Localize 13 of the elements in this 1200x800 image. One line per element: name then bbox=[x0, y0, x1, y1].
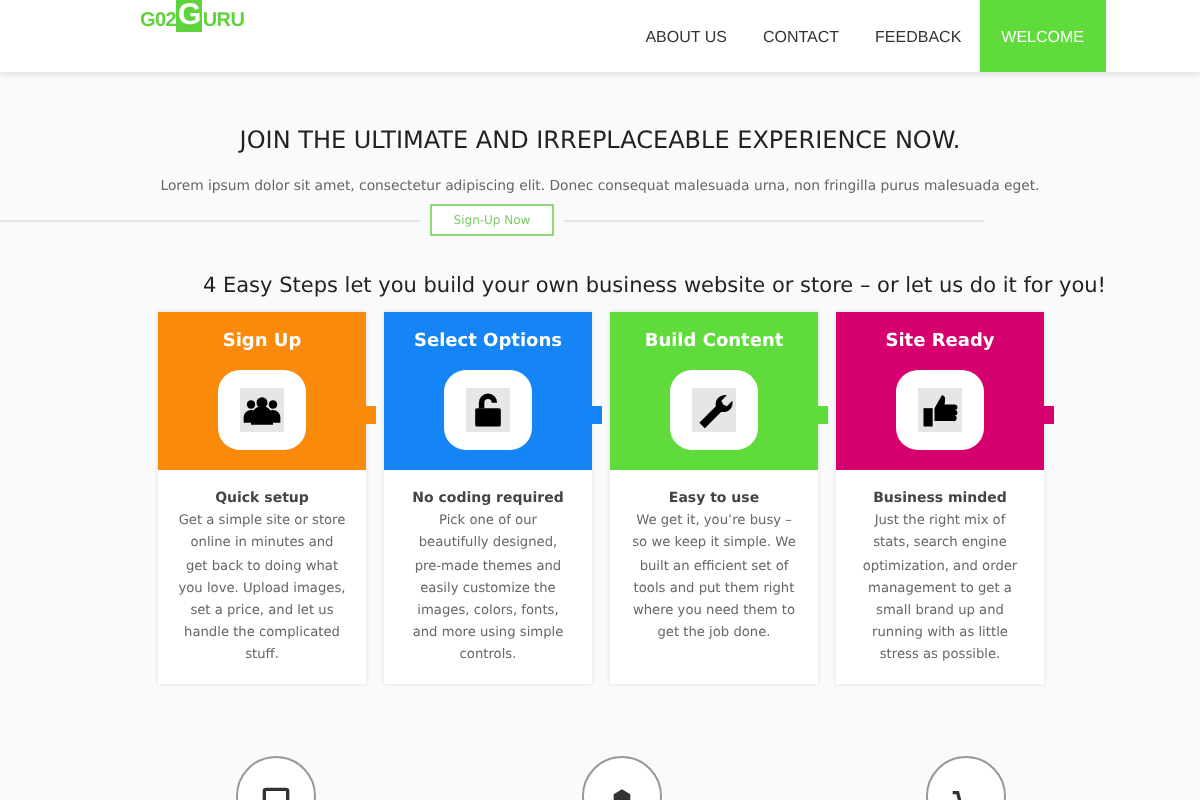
nav-link[interactable]: FEEDBACK bbox=[857, 0, 980, 72]
padlock-icon bbox=[466, 388, 510, 432]
step-title: Select Options bbox=[414, 332, 562, 352]
steps-heading: 4 Easy Steps let you build your own business website or store – or let us do it for you! bbox=[202, 274, 1106, 298]
hero-title: JOIN THE ULTIMATE AND IRREPLACEABLE EXPERIENCE NOW. bbox=[239, 126, 961, 154]
nav-link[interactable]: ABOUT US bbox=[627, 0, 745, 72]
step-title: Sign Up bbox=[222, 332, 302, 352]
nav-link[interactable]: CONTACT bbox=[744, 0, 858, 72]
step-title: Build Content bbox=[644, 332, 784, 352]
thumbs-up-icon bbox=[918, 388, 962, 432]
wrench-icon bbox=[692, 388, 736, 432]
step-title: Site Ready bbox=[885, 332, 995, 352]
people-icon bbox=[240, 388, 284, 432]
